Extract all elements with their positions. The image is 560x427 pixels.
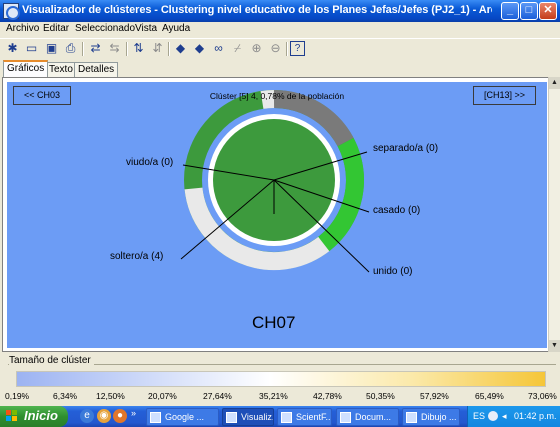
close-button[interactable]: ✕: [539, 2, 557, 20]
menu-editar[interactable]: Editar: [43, 23, 69, 34]
task-dibujo[interactable]: Dibujo ...: [402, 408, 460, 426]
app-icon: [281, 412, 292, 423]
start-label: Inicio: [24, 408, 58, 423]
network-icon[interactable]: [488, 411, 498, 421]
windows-flag-icon: [6, 410, 18, 422]
new-icon[interactable]: ✱: [5, 41, 20, 56]
size-tick: 0,19%: [5, 391, 30, 401]
wand-icon[interactable]: ⌿: [230, 41, 245, 56]
sort-alt-icon[interactable]: ⇵: [150, 41, 165, 56]
task-label: ScientF...: [296, 412, 332, 422]
cluster-header: Clúster [5] 4, 0,78% de la población: [209, 91, 345, 101]
size-tick: 12,50%: [96, 391, 125, 401]
zoom-out-icon[interactable]: ⊖: [268, 41, 283, 56]
arrow-left-icon[interactable]: ◆: [173, 41, 188, 56]
start-button[interactable]: Inicio: [0, 406, 68, 427]
task-google[interactable]: Google ...: [146, 408, 219, 426]
task-documento[interactable]: Docum...: [336, 408, 399, 426]
browser-icon: [150, 412, 161, 423]
size-tick: 27,64%: [203, 391, 232, 401]
tab-graficos[interactable]: Gráficos: [3, 60, 49, 77]
graph-area: << CH03 [CH13] >> Clúster [5] 4, 0,78% d…: [2, 77, 554, 352]
cluster-ring-chart: [180, 90, 370, 273]
system-tray: ES ◂ 01:42 p.m.: [467, 406, 560, 427]
taskbar: Inicio e ◉ ● » Google ... Visualiz... Sc…: [0, 406, 560, 427]
clock: 01:42 p.m.: [514, 411, 557, 421]
scroll-up-icon[interactable]: ▲: [549, 77, 560, 89]
cluster-size-label: Tamaño de clúster: [9, 355, 94, 366]
volume-icon[interactable]: ◂: [502, 411, 507, 422]
ie-quicklaunch-icon[interactable]: e: [80, 409, 94, 423]
menu-bar: Archivo Editar Seleccionado Vista Ayuda: [0, 22, 560, 37]
firefox-quicklaunch-icon[interactable]: ●: [113, 409, 127, 423]
toolbar-separator: [168, 42, 170, 56]
menu-seleccionado[interactable]: Seleccionado: [75, 23, 135, 34]
maximize-button[interactable]: □: [520, 2, 538, 20]
tab-detalles[interactable]: Detalles: [74, 62, 119, 77]
menu-ayuda[interactable]: Ayuda: [162, 23, 190, 34]
toolbar-separator: [286, 42, 288, 56]
task-label: Dibujo ...: [421, 412, 457, 422]
document-icon: [340, 412, 351, 423]
size-tick: 57,92%: [420, 391, 449, 401]
overflow-chevron-icon[interactable]: »: [131, 408, 136, 418]
paint-icon: [406, 412, 417, 423]
size-tick: 35,21%: [259, 391, 288, 401]
task-label: Docum...: [355, 412, 392, 422]
save-icon[interactable]: ▣: [44, 41, 59, 56]
menu-archivo[interactable]: Archivo: [6, 23, 39, 34]
size-tick: 6,34%: [53, 391, 78, 401]
task-visualizador[interactable]: Visualiz...: [222, 408, 274, 426]
binoculars-icon[interactable]: ∞: [211, 41, 226, 56]
size-tick: 50,35%: [366, 391, 395, 401]
size-tick: 65,49%: [475, 391, 504, 401]
label-viudo: viudo/a (0): [126, 157, 174, 168]
toolbar-separator: [126, 42, 128, 56]
title-bar[interactable]: Visualizador de clústeres - Clustering n…: [0, 0, 560, 22]
arrow-right-icon[interactable]: ◆: [192, 41, 207, 56]
label-separado: separado/a (0): [373, 143, 439, 154]
toolbar-separator: [82, 42, 84, 56]
toolbar: ✱ ▭ ▣ ⎙ ⇄ ⇆ ⇅ ⇵ ◆ ◆ ∞ ⌿ ⊕ ⊖ ?: [0, 38, 560, 58]
size-tick: 73,06%: [528, 391, 557, 401]
app-icon: [226, 412, 237, 423]
size-tick: 42,78%: [313, 391, 342, 401]
task-scientf[interactable]: ScientF...: [277, 408, 332, 426]
label-casado: casado (0): [373, 205, 421, 216]
tab-texto[interactable]: Texto: [45, 62, 77, 77]
swap-disabled-icon[interactable]: ⇆: [107, 41, 122, 56]
window-title: Visualizador de clústeres - Clustering n…: [22, 4, 492, 16]
cluster-app-icon: [3, 3, 20, 20]
label-soltero: soltero/a (4): [110, 251, 164, 262]
tab-strip: Gráficos Texto Detalles: [0, 60, 560, 77]
menu-vista[interactable]: Vista: [135, 23, 157, 34]
zoom-in-icon[interactable]: ⊕: [249, 41, 264, 56]
scroll-down-icon[interactable]: ▼: [549, 340, 560, 352]
print-icon[interactable]: ⎙: [63, 41, 78, 56]
label-unido: unido (0): [373, 266, 413, 277]
cluster-size-panel: Tamaño de clúster 0,19% 6,34% 12,50% 20,…: [0, 353, 560, 406]
language-indicator[interactable]: ES: [473, 411, 485, 421]
explorer-quicklaunch-icon[interactable]: ◉: [97, 409, 111, 423]
app-window: Visualizador de clústeres - Clustering n…: [0, 0, 560, 406]
size-tick: 20,07%: [148, 391, 177, 401]
sort-icon[interactable]: ⇅: [131, 41, 146, 56]
cluster-size-gradient: [16, 371, 546, 387]
cluster-id-label: CH07: [252, 313, 296, 332]
task-label: Google ...: [165, 412, 205, 422]
cluster-plot: << CH03 [CH13] >> Clúster [5] 4, 0,78% d…: [7, 82, 547, 348]
minimize-button[interactable]: _: [501, 2, 519, 20]
swap-icon[interactable]: ⇄: [88, 41, 103, 56]
help-icon[interactable]: ?: [290, 41, 305, 56]
open-icon[interactable]: ▭: [24, 41, 39, 56]
task-label: Visualiz...: [241, 412, 273, 422]
vertical-scrollbar[interactable]: ▲ ▼: [548, 77, 560, 352]
